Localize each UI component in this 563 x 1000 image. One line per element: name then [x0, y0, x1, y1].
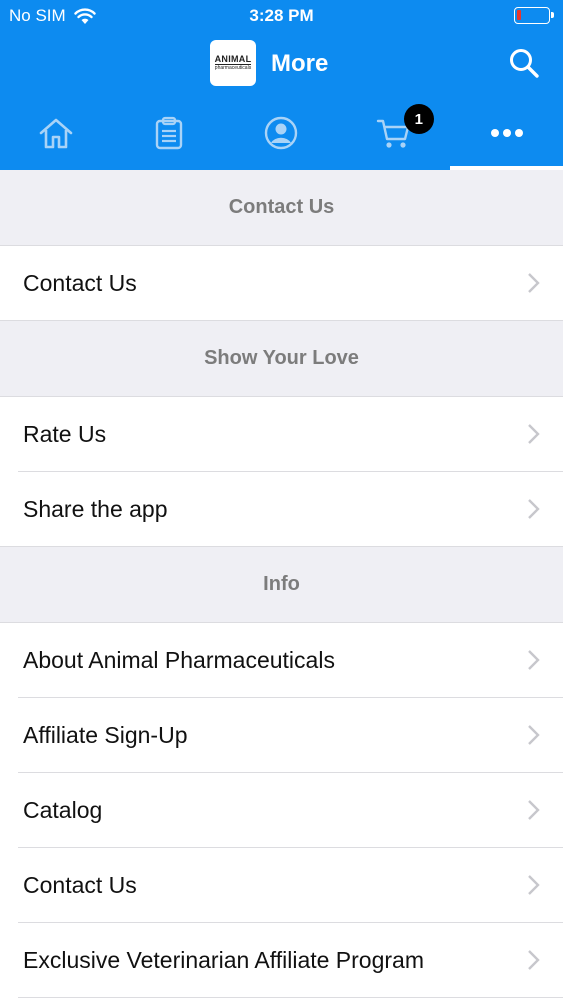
- list-item-label: Catalog: [23, 797, 103, 823]
- tab-home[interactable]: [0, 96, 113, 170]
- status-bar: No SIM 3:28 PM: [0, 0, 563, 32]
- list-item-label: Contact Us: [23, 872, 137, 898]
- tab-account[interactable]: [225, 96, 338, 170]
- chevron-right-icon: [528, 424, 540, 444]
- chevron-right-icon: [528, 650, 540, 670]
- cart-badge: 1: [403, 104, 434, 134]
- chevron-right-icon: [528, 875, 540, 895]
- chevron-right-icon: [528, 273, 540, 293]
- list-item-label: Affiliate Sign-Up: [23, 722, 188, 748]
- battery-level: [517, 10, 521, 20]
- list-item-label: Contact Us: [23, 270, 137, 296]
- list-item-label: Exclusive Veterinarian Affiliate Program: [23, 947, 424, 973]
- logo-text-main: ANIMAL: [214, 54, 252, 65]
- logo-text-sub: pharmaceuticals: [214, 65, 252, 71]
- list-item-about[interactable]: About Animal Pharmaceuticals: [0, 623, 563, 698]
- list-item-contact-us[interactable]: Contact Us: [0, 246, 563, 321]
- list-item-label: About Animal Pharmaceuticals: [23, 647, 335, 673]
- list-item-label: Rate Us: [23, 421, 107, 447]
- app-logo: ANIMAL pharmaceuticals: [210, 40, 256, 86]
- list-item-label: Share the app: [23, 496, 168, 522]
- clipboard-icon: [155, 116, 183, 150]
- more-icon: [490, 129, 523, 137]
- list-item-rate-us[interactable]: Rate Us: [0, 397, 563, 472]
- chevron-right-icon: [528, 725, 540, 745]
- section-header-show-love: Show Your Love: [0, 321, 563, 397]
- list-item-catalog[interactable]: Catalog: [0, 773, 563, 848]
- more-menu-list: Contact Us Contact Us Show Your Love Rat…: [0, 170, 563, 998]
- section-header-contact: Contact Us: [0, 170, 563, 246]
- navigation-bar: ANIMAL pharmaceuticals More: [0, 32, 563, 96]
- battery-icon: [514, 7, 554, 24]
- tab-cart[interactable]: 1: [338, 96, 451, 170]
- home-icon: [39, 118, 73, 149]
- tab-bar: 1: [0, 96, 563, 170]
- status-time: 3:28 PM: [249, 6, 314, 25]
- list-item-contact-us-info[interactable]: Contact Us: [0, 848, 563, 923]
- tab-more[interactable]: [450, 96, 563, 170]
- list-item-share-app[interactable]: Share the app: [0, 472, 563, 547]
- list-item-affiliate-signup[interactable]: Affiliate Sign-Up: [0, 698, 563, 773]
- page-title: More: [271, 50, 329, 77]
- account-icon: [265, 116, 298, 150]
- chevron-right-icon: [528, 499, 540, 519]
- tab-orders[interactable]: [113, 96, 226, 170]
- chevron-right-icon: [528, 950, 540, 970]
- search-icon[interactable]: [507, 46, 541, 80]
- section-header-info: Info: [0, 547, 563, 623]
- list-item-vet-affiliate-program[interactable]: Exclusive Veterinarian Affiliate Program: [0, 923, 563, 998]
- chevron-right-icon: [528, 800, 540, 820]
